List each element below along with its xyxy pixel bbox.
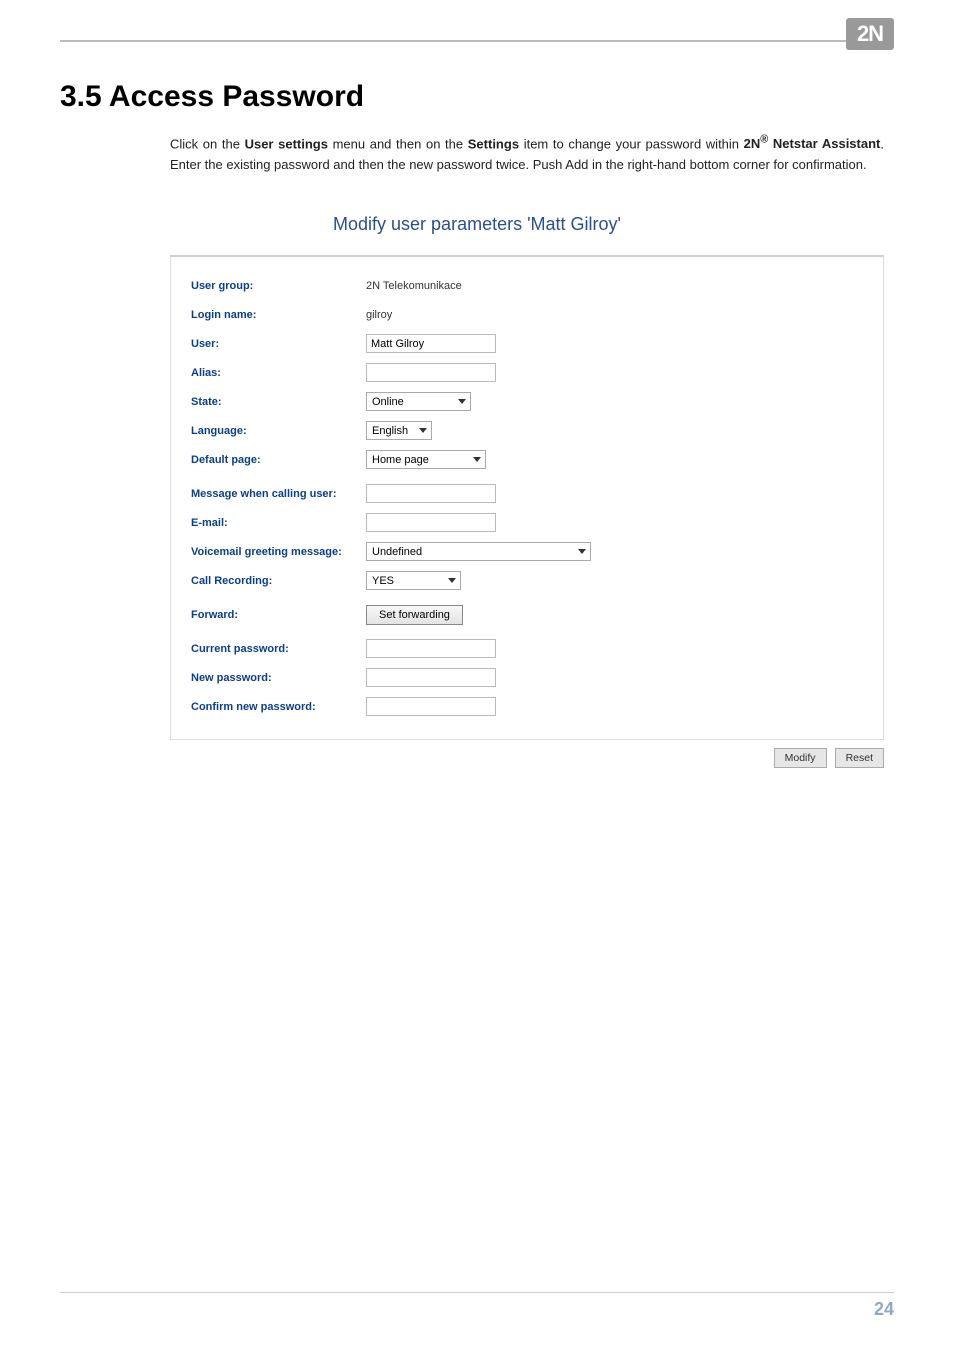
intro-text: menu and then on the	[328, 136, 468, 151]
new-password-input[interactable]	[366, 668, 496, 687]
label-voicemail-greeting: Voicemail greeting message:	[191, 546, 366, 558]
default-page-select-value: Home page	[372, 454, 429, 466]
row-current-password: Current password:	[191, 638, 863, 660]
top-divider	[60, 40, 894, 42]
dropdown-icon	[448, 578, 456, 583]
row-voicemail-greeting: Voicemail greeting message: Undefined	[191, 541, 863, 563]
row-state: State: Online	[191, 391, 863, 413]
form-footer-buttons: Modify Reset	[170, 748, 884, 768]
state-select[interactable]: Online	[366, 392, 471, 411]
panel-title: Modify user parameters 'Matt Gilroy'	[60, 214, 894, 235]
row-new-password: New password:	[191, 667, 863, 689]
intro-paragraph: Click on the User settings menu and then…	[170, 132, 884, 176]
row-default-page: Default page: Home page	[191, 449, 863, 471]
row-message-calling: Message when calling user:	[191, 483, 863, 505]
row-forward: Forward: Set forwarding	[191, 604, 863, 626]
label-forward: Forward:	[191, 609, 366, 621]
label-language: Language:	[191, 425, 366, 437]
value-user-group: 2N Telekomunikace	[366, 280, 462, 292]
label-user-group: User group:	[191, 280, 366, 292]
row-user: User:	[191, 333, 863, 355]
user-input[interactable]	[366, 334, 496, 353]
label-user: User:	[191, 338, 366, 350]
label-default-page: Default page:	[191, 454, 366, 466]
row-confirm-password: Confirm new password:	[191, 696, 863, 718]
label-current-password: Current password:	[191, 643, 366, 655]
modify-button[interactable]: Modify	[774, 748, 827, 768]
intro-bold-product: 2N® Netstar Assistant	[744, 136, 881, 151]
current-password-input[interactable]	[366, 639, 496, 658]
row-email: E-mail:	[191, 512, 863, 534]
page-number: 24	[60, 1299, 894, 1320]
value-login-name: gilroy	[366, 309, 392, 321]
message-calling-input[interactable]	[366, 484, 496, 503]
state-select-value: Online	[372, 396, 404, 408]
dropdown-icon	[578, 549, 586, 554]
label-call-recording: Call Recording:	[191, 575, 366, 587]
bottom-divider	[60, 1292, 894, 1293]
dropdown-icon	[473, 457, 481, 462]
default-page-select[interactable]: Home page	[366, 450, 486, 469]
confirm-password-input[interactable]	[366, 697, 496, 716]
dropdown-icon	[419, 428, 427, 433]
label-email: E-mail:	[191, 517, 366, 529]
reset-button[interactable]: Reset	[835, 748, 884, 768]
intro-bold-user-settings: User settings	[245, 136, 328, 151]
row-call-recording: Call Recording: YES	[191, 570, 863, 592]
voicemail-greeting-select[interactable]: Undefined	[366, 542, 591, 561]
label-confirm-password: Confirm new password:	[191, 701, 366, 713]
call-recording-select[interactable]: YES	[366, 571, 461, 590]
brand-logo: 2N	[846, 18, 894, 50]
dropdown-icon	[458, 399, 466, 404]
label-state: State:	[191, 396, 366, 408]
alias-input[interactable]	[366, 363, 496, 382]
language-select[interactable]: English	[366, 421, 432, 440]
language-select-value: English	[372, 425, 408, 437]
label-new-password: New password:	[191, 672, 366, 684]
set-forwarding-button[interactable]: Set forwarding	[366, 605, 463, 625]
intro-text: item to change your password within	[519, 136, 744, 151]
row-alias: Alias:	[191, 362, 863, 384]
label-login-name: Login name:	[191, 309, 366, 321]
row-login-name: Login name: gilroy	[191, 304, 863, 326]
section-heading: 3.5 Access Password	[60, 80, 894, 114]
label-alias: Alias:	[191, 367, 366, 379]
row-language: Language: English	[191, 420, 863, 442]
intro-bold-settings: Settings	[468, 136, 519, 151]
intro-text: Click on the	[170, 136, 245, 151]
email-input[interactable]	[366, 513, 496, 532]
row-user-group: User group: 2N Telekomunikace	[191, 275, 863, 297]
user-parameters-form: User group: 2N Telekomunikace Login name…	[170, 255, 884, 740]
call-recording-value: YES	[372, 575, 394, 587]
label-message-calling: Message when calling user:	[191, 488, 366, 500]
voicemail-greeting-value: Undefined	[372, 546, 422, 558]
